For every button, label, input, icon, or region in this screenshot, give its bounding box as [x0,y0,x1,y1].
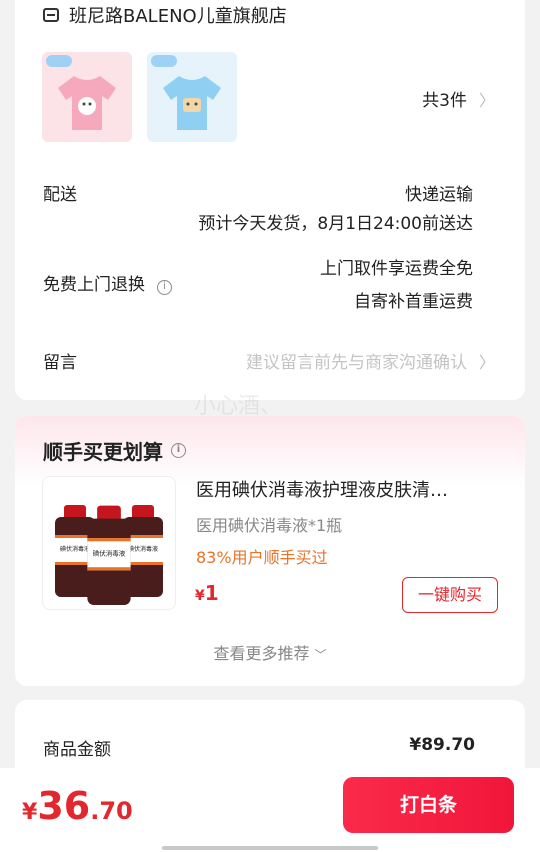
home-indicator[interactable] [162,846,378,850]
info-icon[interactable]: i [171,443,186,458]
delivery-info: 快递运输 预计今天发货，8月1日24:00前送达 [198,168,473,234]
product-thumbnail-blue[interactable] [147,52,237,142]
product-buy-percent: 83%用户顺手买过 [196,548,328,567]
returns-line1: 上门取件享运费全免 [320,259,473,279]
returns-info: 上门取件享运费全免 自寄补首重运费 [320,254,473,312]
watermark: 小心酒、 [194,394,283,419]
price-value: 1 [204,581,219,605]
chevron-down-icon: ﹀ [314,648,327,662]
message-placeholder: 建议留言前先与商家沟通确认 [245,353,467,373]
delivery-eta: 预计今天发货，8月1日24:00前送达 [198,214,473,234]
brand-logo-icon [46,55,72,67]
chevron-right-icon: 〉 [478,352,495,372]
delivery-label: 配送 [43,185,77,205]
total-price: ¥ 36 .70 [22,784,133,828]
returns-row[interactable]: 免费上门退换 i [43,270,172,295]
brand-logo-icon [151,55,177,67]
goods-amount-label: 商品金额 [43,740,111,760]
recommend-title: 顺手买更划算 [43,440,163,464]
returns-line2: 自寄补首重运费 [354,292,473,312]
more-recommend-label: 查看更多推荐 [213,644,310,663]
recommend-title-row: 顺手买更划算 i [43,436,186,465]
product-price: ¥1 [195,581,219,605]
price-symbol: ¥ [195,588,205,604]
total-symbol: ¥ [22,800,38,825]
goods-amount-value: ¥89.70 [409,735,475,755]
product-thumbnail-pink[interactable] [42,52,132,142]
pink-tshirt-icon [58,76,116,130]
recommend-card: 顺手买更划算 i 碘伏消毒液 碘伏消毒液 碘伏消毒液 医用碘伏消毒液护理液皮肤清… [15,416,525,686]
shop-icon [43,8,59,22]
item-count-label: 共3件 [422,91,467,111]
item-count[interactable]: 共3件 〉 [422,86,495,112]
order-card: 班尼路BALENO儿童旗舰店 共3件 〉 配送 快递运输 预计今天发货，8月1日… [15,0,525,400]
info-icon[interactable]: i [157,280,172,295]
total-integer: 36 [37,784,91,828]
pay-button[interactable]: 打白条 [343,777,514,833]
blue-tshirt-icon [163,76,221,130]
delivery-method: 快递运输 [405,185,473,205]
returns-label: 免费上门退换 [43,275,145,295]
message-input[interactable]: 建议留言前先与商家沟通确认 〉 [245,348,495,374]
total-decimal: .70 [90,797,133,825]
message-label: 留言 [43,353,77,373]
product-title[interactable]: 医用碘伏消毒液护理液皮肤清… [196,476,496,502]
more-recommend-link[interactable]: 查看更多推荐 ﹀ [15,640,525,664]
shop-name[interactable]: 班尼路BALENO儿童旗舰店 [69,2,287,28]
product-spec: 医用碘伏消毒液*1瓶 [196,516,343,535]
one-click-buy-button[interactable]: 一键购买 [402,577,498,613]
shop-header[interactable]: 班尼路BALENO儿童旗舰店 [43,2,287,28]
product-image[interactable]: 碘伏消毒液 碘伏消毒液 碘伏消毒液 [42,476,176,610]
chevron-right-icon: 〉 [478,90,495,110]
bottom-bar: ¥ 36 .70 打白条 [0,768,540,852]
bottle-icon: 碘伏消毒液 [87,505,131,605]
